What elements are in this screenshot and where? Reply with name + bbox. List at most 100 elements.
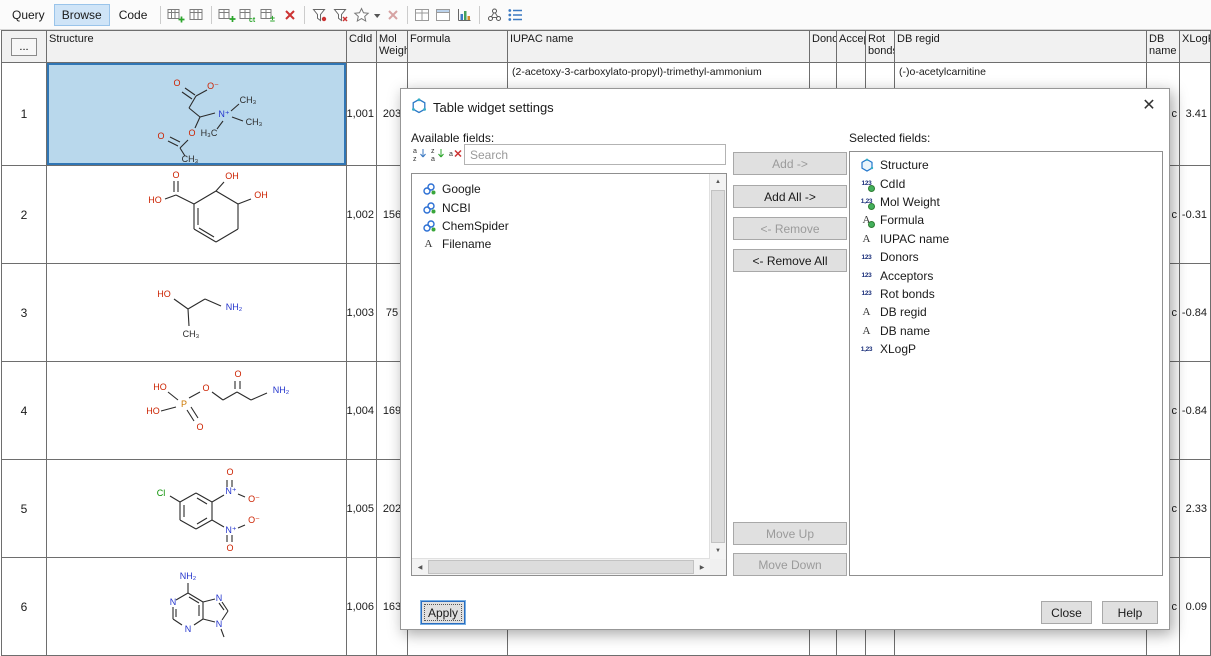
favorites-icon[interactable]	[351, 5, 372, 25]
scroll-up-icon[interactable]: ▲	[710, 174, 726, 190]
field-label: CdId	[880, 177, 905, 191]
edit-fields-icon[interactable]: ±	[258, 5, 279, 25]
selected-field-item[interactable]: Structure	[850, 156, 1162, 174]
structure-cell[interactable]: N N N N NH₂	[47, 558, 347, 656]
open-table-icon[interactable]	[186, 5, 207, 25]
calculated-field-icon[interactable]: ct	[237, 5, 258, 25]
scroll-right-icon[interactable]: ▶	[694, 559, 710, 575]
column-header-donors[interactable]: Donors	[810, 31, 837, 63]
selected-fields-list[interactable]: Structure 123 CdId 1,23 Mol Weight A For…	[849, 151, 1163, 576]
selected-field-item[interactable]: A DB regid	[850, 303, 1162, 321]
sort-ascending-icon[interactable]: az	[411, 145, 428, 162]
selected-field-item[interactable]: A DB name	[850, 322, 1162, 340]
add-field-icon[interactable]	[216, 5, 237, 25]
column-header-structure[interactable]: Structure	[47, 31, 347, 63]
structure-cell[interactable]: HO NH₂ CH₃	[47, 264, 347, 362]
remove-all-button[interactable]: <- Remove All	[733, 249, 847, 272]
selected-field-item[interactable]: 123 Rot bonds	[850, 285, 1162, 303]
column-header-db-regid[interactable]: DB regid	[895, 31, 1147, 63]
selected-field-item[interactable]: 123 Acceptors	[850, 266, 1162, 284]
apply-button[interactable]: Apply	[421, 601, 465, 624]
grid-view-icon[interactable]	[412, 5, 433, 25]
help-button[interactable]: Help	[1102, 601, 1158, 624]
list-widget-icon[interactable]	[505, 5, 526, 25]
cdid-cell[interactable]: 1,001	[347, 63, 377, 166]
field-label: ChemSpider	[442, 219, 509, 233]
tab-browse[interactable]: Browse	[54, 4, 110, 26]
column-header-acceptors[interactable]: Acceptors	[837, 31, 866, 63]
svg-text:CH₃: CH₃	[181, 154, 198, 164]
xlogp-cell[interactable]: 3.41	[1180, 63, 1211, 166]
structure-cell[interactable]: O⁻ O N⁺ CH₃ CH₃ H₃C O O CH₃	[47, 63, 347, 166]
svg-text:a: a	[413, 148, 417, 155]
selected-field-item[interactable]: A IUPAC name	[850, 230, 1162, 248]
clear-sort-icon[interactable]: a	[447, 145, 464, 162]
row-number[interactable]: 2	[2, 166, 47, 264]
column-header-xlogp[interactable]: XLogP	[1180, 31, 1211, 63]
column-header-rot-bonds[interactable]: Rot bonds	[866, 31, 895, 63]
vertical-scrollbar[interactable]: ▲ ▼	[709, 174, 726, 559]
cdid-cell[interactable]: 1,005	[347, 460, 377, 558]
table-options-button[interactable]: ...	[11, 38, 37, 56]
column-header-formula[interactable]: Formula	[408, 31, 508, 63]
xlogp-cell[interactable]: -0.84	[1180, 362, 1211, 460]
scroll-left-icon[interactable]: ◀	[412, 559, 428, 575]
row-number[interactable]: 5	[2, 460, 47, 558]
field-label: Mol Weight	[880, 195, 940, 209]
form-view-icon[interactable]	[433, 5, 454, 25]
structure-browser-icon[interactable]	[484, 5, 505, 25]
new-table-icon[interactable]	[165, 5, 186, 25]
xlogp-cell[interactable]: -0.31	[1180, 166, 1211, 264]
table-corner-cell: ...	[2, 31, 47, 63]
field-label: Acceptors	[880, 269, 933, 283]
horizontal-scrollbar[interactable]: ◀ ▶	[412, 558, 710, 575]
remove-field-icon[interactable]	[279, 5, 300, 25]
cdid-cell[interactable]: 1,002	[347, 166, 377, 264]
scrollbar-thumb[interactable]	[711, 190, 725, 543]
svg-text:N⁺: N⁺	[225, 525, 236, 535]
field-label: Google	[442, 182, 481, 196]
search-input[interactable]	[464, 144, 726, 165]
row-number[interactable]: 3	[2, 264, 47, 362]
available-fields-list[interactable]: Google NCBI ChemSpider A Filename ▲ ▼ ◀ …	[411, 173, 727, 576]
tab-query[interactable]: Query	[4, 4, 53, 26]
filter-icon[interactable]	[309, 5, 330, 25]
selected-field-item[interactable]: 123 Donors	[850, 248, 1162, 266]
dialog-close-icon[interactable]: ✕	[1137, 94, 1161, 118]
row-number[interactable]: 6	[2, 558, 47, 656]
tab-code[interactable]: Code	[111, 4, 156, 26]
column-header-iupac-name[interactable]: IUPAC name	[508, 31, 810, 63]
available-field-item[interactable]: A Filename	[412, 235, 710, 253]
row-number[interactable]: 4	[2, 362, 47, 460]
column-header-db-name[interactable]: DB name	[1147, 31, 1180, 63]
sort-descending-icon[interactable]: za	[429, 145, 446, 162]
close-button[interactable]: Close	[1041, 601, 1092, 624]
favorites-dropdown-icon[interactable]	[372, 5, 382, 25]
xlogp-cell[interactable]: -0.84	[1180, 264, 1211, 362]
structure-cell[interactable]: O HO OH OH	[47, 166, 347, 264]
selected-field-item[interactable]: 1,23 Mol Weight	[850, 193, 1162, 211]
available-field-item[interactable]: ChemSpider	[412, 217, 710, 235]
selected-field-item[interactable]: 123 CdId	[850, 174, 1162, 192]
available-field-item[interactable]: Google	[412, 180, 710, 198]
xlogp-cell[interactable]: 2.33	[1180, 460, 1211, 558]
structure-cell[interactable]: Cl N⁺ O O⁻ N⁺ O O⁻	[47, 460, 347, 558]
toolbar-separator	[479, 6, 480, 24]
scrollbar-thumb[interactable]	[428, 560, 694, 574]
chart-view-icon[interactable]	[454, 5, 475, 25]
structure-cell[interactable]: HO HO P O O O NH₂	[47, 362, 347, 460]
add-filter-icon[interactable]	[330, 5, 351, 25]
cdid-cell[interactable]: 1,003	[347, 264, 377, 362]
column-header-mol-weight[interactable]: Mol Weight	[377, 31, 408, 63]
xlogp-cell[interactable]: 0.09	[1180, 558, 1211, 656]
text-field-icon: A	[858, 232, 875, 246]
cdid-cell[interactable]: 1,006	[347, 558, 377, 656]
column-header-cdid[interactable]: CdId	[347, 31, 377, 63]
cdid-cell[interactable]: 1,004	[347, 362, 377, 460]
add-all-button[interactable]: Add All ->	[733, 185, 847, 208]
selected-field-item[interactable]: A Formula	[850, 211, 1162, 229]
row-number[interactable]: 1	[2, 63, 47, 166]
scroll-down-icon[interactable]: ▼	[710, 543, 726, 559]
available-field-item[interactable]: NCBI	[412, 198, 710, 216]
selected-field-item[interactable]: 1,23 XLogP	[850, 340, 1162, 358]
